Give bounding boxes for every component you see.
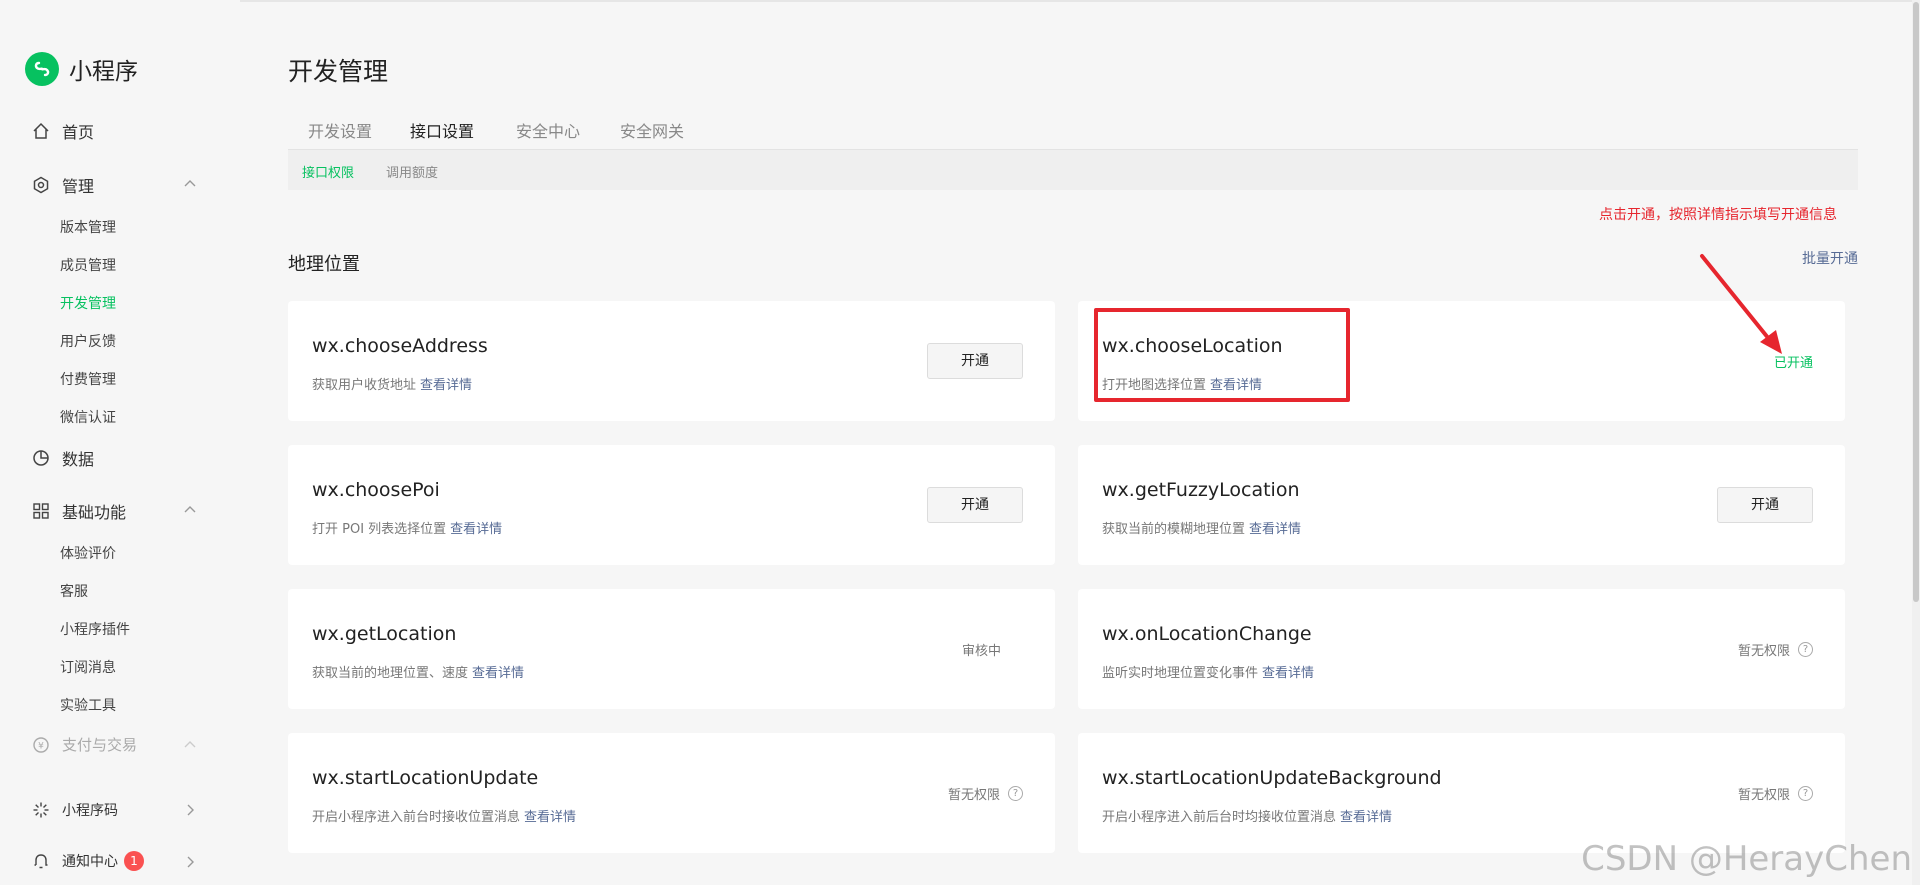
api-card: wx.choosePoi 打开 POI 列表选择位置 查看详情 开通 — [288, 445, 1055, 565]
api-card: wx.getFuzzyLocation 获取当前的模糊地理位置 查看详情 开通 — [1078, 445, 1845, 565]
subtab-bar: 接口权限 调用额度 — [288, 150, 1858, 190]
qrcode-icon — [32, 801, 50, 819]
sidebar-item-plugin[interactable]: 小程序插件 — [60, 619, 130, 639]
sidebar-label: 数据 — [62, 450, 95, 469]
api-desc: 开启小程序进入前后台时均接收位置消息 查看详情 — [1102, 810, 1393, 825]
sidebar: 小程序 首页 管理 版本管理 成员管理 开发管理 用户反馈 付费管理 微信认证 … — [0, 0, 240, 885]
scrollbar[interactable] — [1912, 0, 1920, 885]
api-name: wx.startLocationUpdate — [312, 767, 539, 789]
tab-security-gateway[interactable]: 安全网关 — [620, 118, 684, 150]
brand-name: 小程序 — [69, 59, 138, 85]
sidebar-label: 小程序码 — [62, 803, 118, 819]
api-name: wx.choosePoi — [312, 479, 440, 501]
sidebar-item-members[interactable]: 成员管理 — [60, 255, 116, 275]
sidebar-item-feedback[interactable]: 用户反馈 — [60, 331, 116, 351]
details-link[interactable]: 查看详情 — [1262, 666, 1314, 681]
tab-bar: 开发设置 接口设置 安全中心 安全网关 — [288, 110, 1858, 158]
chevron-up-icon[interactable] — [183, 738, 197, 752]
chevron-up-icon[interactable] — [183, 503, 197, 517]
subtab-api-permission[interactable]: 接口权限 — [302, 162, 354, 181]
status-badge: 暂无权限? — [1738, 640, 1813, 659]
api-desc: 获取当前的模糊地理位置 查看详情 — [1102, 522, 1302, 537]
enable-button[interactable]: 开通 — [927, 487, 1023, 523]
enable-button[interactable]: 开通 — [1717, 487, 1813, 523]
sidebar-item-home[interactable]: 首页 — [32, 119, 94, 143]
api-card: wx.getLocation 获取当前的地理位置、速度 查看详情 审核中 — [288, 589, 1055, 709]
help-icon[interactable]: ? — [1798, 642, 1813, 657]
sidebar-item-qrcode[interactable]: 小程序码 — [32, 800, 118, 820]
tab-dev-settings[interactable]: 开发设置 — [308, 118, 372, 150]
enable-button[interactable]: 开通 — [927, 343, 1023, 379]
status-badge: 暂无权限? — [1738, 784, 1813, 803]
sidebar-item-verification[interactable]: 微信认证 — [60, 407, 116, 427]
help-icon[interactable]: ? — [1798, 786, 1813, 801]
top-divider — [0, 0, 1920, 2]
sidebar-item-version[interactable]: 版本管理 — [60, 217, 116, 237]
sidebar-item-lab[interactable]: 实验工具 — [60, 695, 116, 715]
page-title: 开发管理 — [288, 57, 389, 86]
notification-badge: 1 — [124, 851, 144, 871]
api-desc: 监听实时地理位置变化事件 查看详情 — [1102, 666, 1315, 681]
pie-chart-icon — [32, 449, 50, 467]
details-link[interactable]: 查看详情 — [472, 666, 524, 681]
batch-enable-link[interactable]: 批量开通 — [1802, 248, 1858, 268]
scrollbar-thumb[interactable] — [1913, 2, 1919, 602]
api-name: wx.chooseAddress — [312, 335, 488, 357]
api-name: wx.getLocation — [312, 623, 457, 645]
sidebar-item-basic[interactable]: 基础功能 — [32, 499, 126, 523]
details-link[interactable]: 查看详情 — [450, 522, 502, 537]
api-card: wx.onLocationChange 监听实时地理位置变化事件 查看详情 暂无权… — [1078, 589, 1845, 709]
tab-security-center[interactable]: 安全中心 — [516, 118, 580, 150]
api-card: wx.chooseAddress 获取用户收货地址 查看详情 开通 — [288, 301, 1055, 421]
section-title: 地理位置 — [288, 254, 360, 275]
details-link[interactable]: 查看详情 — [524, 810, 576, 825]
bell-icon — [32, 852, 50, 870]
status-badge: 审核中 — [961, 644, 1001, 659]
subtab-call-quota[interactable]: 调用额度 — [386, 162, 438, 181]
highlight-box — [1094, 308, 1350, 402]
api-desc: 开启小程序进入前台时接收位置消息 查看详情 — [312, 810, 577, 825]
svg-text:¥: ¥ — [38, 741, 44, 751]
arrow-icon — [1700, 254, 1782, 354]
status-badge: 暂无权限? — [948, 784, 1023, 803]
details-link[interactable]: 查看详情 — [1340, 810, 1392, 825]
chevron-up-icon[interactable] — [183, 177, 197, 191]
annotation-text: 点击开通，按照详情指示填写开通信息 — [1599, 207, 1837, 223]
sidebar-label: 基础功能 — [62, 503, 127, 522]
yen-icon: ¥ — [32, 736, 50, 754]
api-card: wx.startLocationUpdate 开启小程序进入前台时接收位置消息查… — [288, 733, 1055, 853]
sidebar-item-pay[interactable]: ¥ 支付与交易 — [32, 734, 137, 755]
details-link[interactable]: 查看详情 — [1249, 522, 1301, 537]
sidebar-item-payment[interactable]: 付费管理 — [60, 369, 116, 389]
sidebar-item-dev-manage[interactable]: 开发管理 — [60, 293, 116, 313]
sidebar-item-data[interactable]: 数据 — [32, 446, 94, 470]
home-icon — [32, 122, 50, 140]
settings-icon — [32, 176, 50, 194]
sidebar-item-manage[interactable]: 管理 — [32, 173, 94, 197]
chevron-right-icon[interactable] — [183, 803, 197, 817]
api-name: wx.startLocationUpdateBackground — [1102, 767, 1442, 789]
api-desc: 打开 POI 列表选择位置 查看详情 — [312, 522, 503, 537]
sidebar-item-subscribe[interactable]: 订阅消息 — [60, 657, 116, 677]
api-name: wx.getFuzzyLocation — [1102, 479, 1300, 501]
sidebar-label: 管理 — [62, 177, 95, 196]
sidebar-item-service[interactable]: 客服 — [60, 581, 88, 601]
details-link[interactable]: 查看详情 — [420, 378, 472, 393]
brand[interactable]: 小程序 — [25, 52, 138, 86]
miniprogram-logo-icon — [25, 52, 59, 86]
chevron-right-icon[interactable] — [183, 855, 197, 869]
api-name: wx.onLocationChange — [1102, 623, 1312, 645]
sidebar-label: 首页 — [62, 123, 95, 142]
sidebar-item-rating[interactable]: 体验评价 — [60, 543, 116, 563]
help-icon[interactable]: ? — [1008, 786, 1023, 801]
watermark: CSDN @HerayChen — [1581, 839, 1912, 879]
api-card: wx.startLocationUpdateBackground 开启小程序进入… — [1078, 733, 1845, 853]
api-desc: 获取用户收货地址 查看详情 — [312, 378, 473, 393]
grid-icon — [32, 502, 50, 520]
api-desc: 获取当前的地理位置、速度 查看详情 — [312, 666, 525, 681]
sidebar-label: 通知中心 — [62, 854, 118, 870]
sidebar-label: 支付与交易 — [62, 736, 138, 754]
sidebar-item-notify[interactable]: 通知中心 1 — [32, 851, 144, 871]
